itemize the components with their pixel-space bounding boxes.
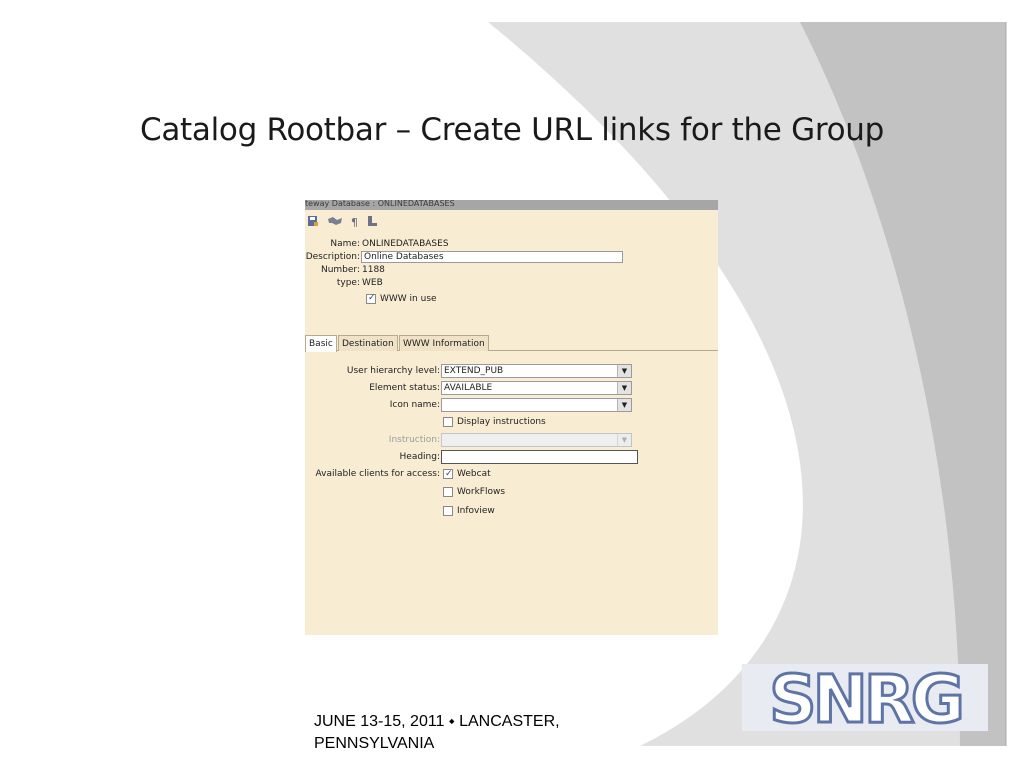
chevron-down-icon[interactable]: ▼ — [617, 399, 631, 411]
www-in-use-label: WWW in use — [380, 294, 437, 304]
window-title: teway Database : ONLINEDATABASES — [305, 200, 718, 210]
number-label: Number: — [320, 265, 360, 275]
type-row: type: WEB — [305, 277, 383, 289]
tab-bar: Basic Destination WWW Information — [305, 335, 718, 352]
slide-title: Catalog Rootbar – Create URL links for t… — [140, 112, 884, 148]
svg-text:SNRG: SNRG — [769, 664, 961, 731]
workflows-checkbox[interactable] — [443, 486, 453, 497]
infoview-label: Infoview — [457, 506, 495, 516]
element-status-label: Element status: — [369, 383, 440, 393]
icon-name-label: Icon name: — [389, 400, 440, 410]
www-in-use-checkbox[interactable] — [366, 292, 376, 304]
element-status-value: AVAILABLE — [444, 383, 493, 393]
heading-input[interactable] — [441, 450, 638, 464]
number-row: Number: 1188 — [305, 264, 385, 276]
instruction-label: Instruction: — [388, 435, 440, 445]
app-window: teway Database : ONLINEDATABASES ¶ Name:… — [305, 200, 718, 635]
name-row: Name: ONLINEDATABASES — [305, 238, 449, 250]
chevron-down-icon[interactable]: ▼ — [617, 365, 631, 377]
handshake-icon[interactable] — [327, 215, 343, 230]
client-infoview-row[interactable]: Infoview — [443, 504, 495, 518]
display-instructions-label: Display instructions — [457, 417, 546, 427]
toolbar: ¶ — [305, 210, 718, 230]
element-status-select[interactable]: AVAILABLE ▼ — [441, 381, 632, 395]
save-icon[interactable] — [307, 215, 319, 230]
type-label: type: — [336, 278, 360, 288]
chevron-down-icon: ▼ — [617, 434, 631, 446]
pilcrow-icon[interactable]: ¶ — [351, 216, 358, 229]
heading-label: Heading: — [399, 452, 440, 462]
chevron-down-icon[interactable]: ▼ — [617, 382, 631, 394]
name-value: ONLINEDATABASES — [362, 239, 449, 249]
tab-destination[interactable]: Destination — [338, 335, 398, 351]
webcat-checkbox[interactable] — [443, 467, 453, 481]
name-label: Name: — [330, 239, 360, 249]
display-instructions-row[interactable]: Display instructions — [443, 415, 546, 429]
description-field[interactable]: Online Databases — [361, 251, 623, 263]
tab-www-information[interactable]: WWW Information — [399, 335, 489, 351]
snrg-logo: SNRG — [742, 664, 988, 731]
description-label: Description: — [305, 252, 360, 262]
icon-name-select[interactable]: ▼ — [441, 398, 632, 412]
number-value: 1188 — [362, 265, 385, 275]
infoview-checkbox[interactable] — [443, 505, 453, 516]
workflows-label: WorkFlows — [457, 487, 506, 497]
description-row: Description: Online Databases — [305, 251, 718, 263]
user-hierarchy-label: User hierarchy level: — [346, 366, 440, 376]
user-hierarchy-value: EXTEND_PUB — [444, 366, 504, 376]
www-in-use-row[interactable]: WWW in use — [366, 292, 437, 305]
display-instructions-checkbox[interactable] — [443, 416, 453, 427]
user-hierarchy-select[interactable]: EXTEND_PUB ▼ — [441, 364, 632, 378]
stack-icon[interactable] — [366, 215, 378, 230]
client-workflows-row[interactable]: WorkFlows — [443, 485, 505, 499]
client-webcat-row[interactable]: Webcat — [443, 467, 491, 481]
clients-label: Available clients for access: — [315, 469, 440, 479]
slide-footer: JUNE 13-15, 2011 ⬩ LANCASTER, PENNSYLVAN… — [314, 713, 560, 752]
type-value: WEB — [362, 278, 383, 288]
tab-basic[interactable]: Basic — [305, 335, 337, 352]
instruction-select[interactable]: ▼ — [441, 433, 632, 447]
webcat-label: Webcat — [457, 469, 491, 479]
